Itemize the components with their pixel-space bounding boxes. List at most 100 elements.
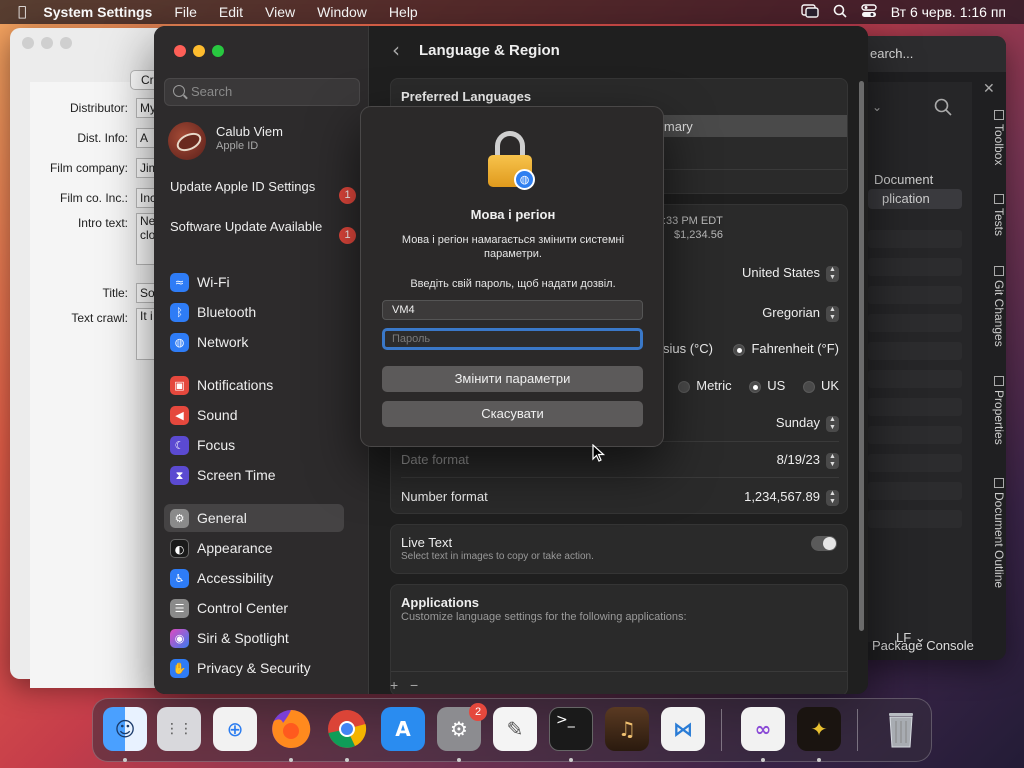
menu-help[interactable]: Help [389,4,418,20]
list-item[interactable] [868,482,962,500]
number-format-popup[interactable]: 1,234,567.89 ▲ ▼ [744,489,839,506]
menu-clock[interactable]: Вт 6 черв. 1:16 пп [891,4,1006,20]
background-window-left[interactable]: Cr Distributor: My Dist. Info: A Film co… [10,28,170,688]
menu-app-name[interactable]: System Settings [43,4,152,20]
scrollbar[interactable] [859,81,864,631]
list-item[interactable] [868,370,962,388]
finder-icon[interactable]: ☺ [103,707,147,751]
sidebar-item-sound[interactable]: ◀ Sound [164,401,344,429]
region-popup[interactable]: United States ▲ ▼ [742,265,839,282]
date-format-popup[interactable]: 8/19/23 ▲ ▼ [777,452,839,469]
trash-icon[interactable] [879,707,923,751]
tab-git-changes[interactable]: Git Changes [976,266,1006,347]
search-input[interactable]: Search [164,78,360,106]
document-item[interactable]: Document [874,172,933,187]
tab-tests[interactable]: Tests [976,194,1006,236]
dialog-prompt: Введіть свій пароль, щоб надати дозвіл. [410,278,616,290]
menu-edit[interactable]: Edit [219,4,243,20]
fahrenheit-option[interactable]: Fahrenheit (°F) [719,341,839,356]
radio-icon [678,380,691,393]
star-wars-app-icon[interactable]: ✦ [797,707,841,751]
sidebar-item-network[interactable]: ◍ Network [164,328,344,356]
visual-studio-icon[interactable]: ∞ [741,707,785,751]
cancel-button[interactable]: Скасувати [382,401,643,427]
list-item[interactable] [868,314,962,332]
calendar-popup[interactable]: Gregorian ▲ ▼ [762,305,839,322]
sidebar-item-appearance[interactable]: ◐ Appearance [164,534,344,562]
zoom-button[interactable] [60,37,72,49]
number-format-row[interactable]: Number format 1,234,567.89 ▲ ▼ [401,489,839,506]
sidebar-item-focus[interactable]: ☾ Focus [164,431,344,459]
list-item[interactable] [868,258,962,276]
modify-settings-button[interactable]: Змінити параметри [382,366,643,392]
screen-mirroring-icon[interactable] [801,3,819,21]
close-icon[interactable]: ✕ [983,80,995,97]
date-format-label: Date format [401,452,469,467]
close-button[interactable] [174,45,186,57]
package-console-tab[interactable]: Package Console [872,638,974,653]
bluetooth-icon: ᛒ [170,303,189,322]
chevron-updown-icon: ▲ ▼ [826,415,839,432]
remove-button[interactable]: − [410,677,418,693]
sidebar-item-wifi[interactable]: ≈ Wi-Fi [164,268,344,296]
control-center-icon[interactable] [861,3,877,21]
vscode-icon[interactable]: ⋈ [661,707,705,751]
search-icon[interactable] [934,98,952,121]
terminal-icon[interactable]: >_ [549,707,593,751]
sidebar-item-general[interactable]: ⚙ General [164,504,344,532]
menu-view[interactable]: View [265,4,295,20]
sidebar-item-bluetooth[interactable]: ᛒ Bluetooth [164,298,344,326]
list-item[interactable] [868,230,962,248]
username-field[interactable]: VM4 [382,300,643,320]
celsius-label[interactable]: sius (°C) [663,341,713,356]
launchpad-icon[interactable]: ⋮⋮ [157,707,201,751]
update-apple-id-item[interactable]: Update Apple ID Settings 1 [170,179,356,204]
garageband-icon[interactable]: ♫ [605,707,649,751]
list-item[interactable] [868,510,962,528]
currency-preview: $1,234.56 [674,229,723,241]
list-item[interactable] [868,426,962,444]
menu-window[interactable]: Window [317,4,367,20]
spotlight-search-icon[interactable] [833,4,847,21]
date-format-row[interactable]: Date format 8/19/23 ▲ ▼ [401,452,839,469]
sidebar-item-accessibility[interactable]: ♿ Accessibility [164,564,344,592]
list-item[interactable] [868,342,962,360]
back-chevron-icon[interactable]: ‹ [392,38,400,62]
metric-option[interactable]: Metric [664,378,732,393]
search-field[interactable]: earch... [870,46,913,61]
tab-document-outline[interactable]: Document Outline [976,478,1006,588]
sidebar-item-control-center[interactable]: ☰ Control Center [164,594,344,622]
sidebar-item-screen-time[interactable]: ⧗ Screen Time [164,461,344,489]
field-label: Film company: [49,161,128,175]
uk-option[interactable]: UK [789,378,839,393]
sidebar-item-siri-spotlight[interactable]: ◉ Siri & Spotlight [164,624,344,652]
first-day-popup[interactable]: Sunday ▲ ▼ [776,415,839,432]
sidebar-item-privacy-security[interactable]: ✋ Privacy & Security [164,654,344,682]
minimize-button[interactable] [193,45,205,57]
tab-properties[interactable]: Properties [976,376,1006,445]
live-text-toggle[interactable] [811,536,837,551]
app-store-icon[interactable]: A [381,707,425,751]
apple-menu-icon[interactable]:  [18,4,26,20]
sidebar-item-notifications[interactable]: ▣ Notifications [164,371,344,399]
textedit-icon[interactable]: ✎ [493,707,537,751]
zoom-button[interactable] [212,45,224,57]
password-field[interactable]: Пароль [382,328,643,350]
safari-icon[interactable]: ⊕ [213,707,257,751]
background-window-right[interactable]: earch... ✕ ⌄ Document plication Toolbox … [850,36,1006,660]
list-item[interactable] [868,398,962,416]
menu-file[interactable]: File [174,4,197,20]
add-button[interactable]: + [390,677,398,693]
chrome-icon[interactable] [325,707,369,751]
close-button[interactable] [22,37,34,49]
list-item[interactable] [868,454,962,472]
software-update-item[interactable]: Software Update Available 1 [170,219,356,244]
tab-toolbox[interactable]: Toolbox [976,110,1006,165]
hourglass-icon: ⧗ [170,466,189,485]
firefox-icon[interactable] [269,707,313,751]
application-item-selected[interactable]: plication [868,189,962,209]
list-item[interactable] [868,286,962,304]
minimize-button[interactable] [41,37,53,49]
us-option[interactable]: US [735,378,785,393]
chevron-down-icon[interactable]: ⌄ [872,100,882,114]
